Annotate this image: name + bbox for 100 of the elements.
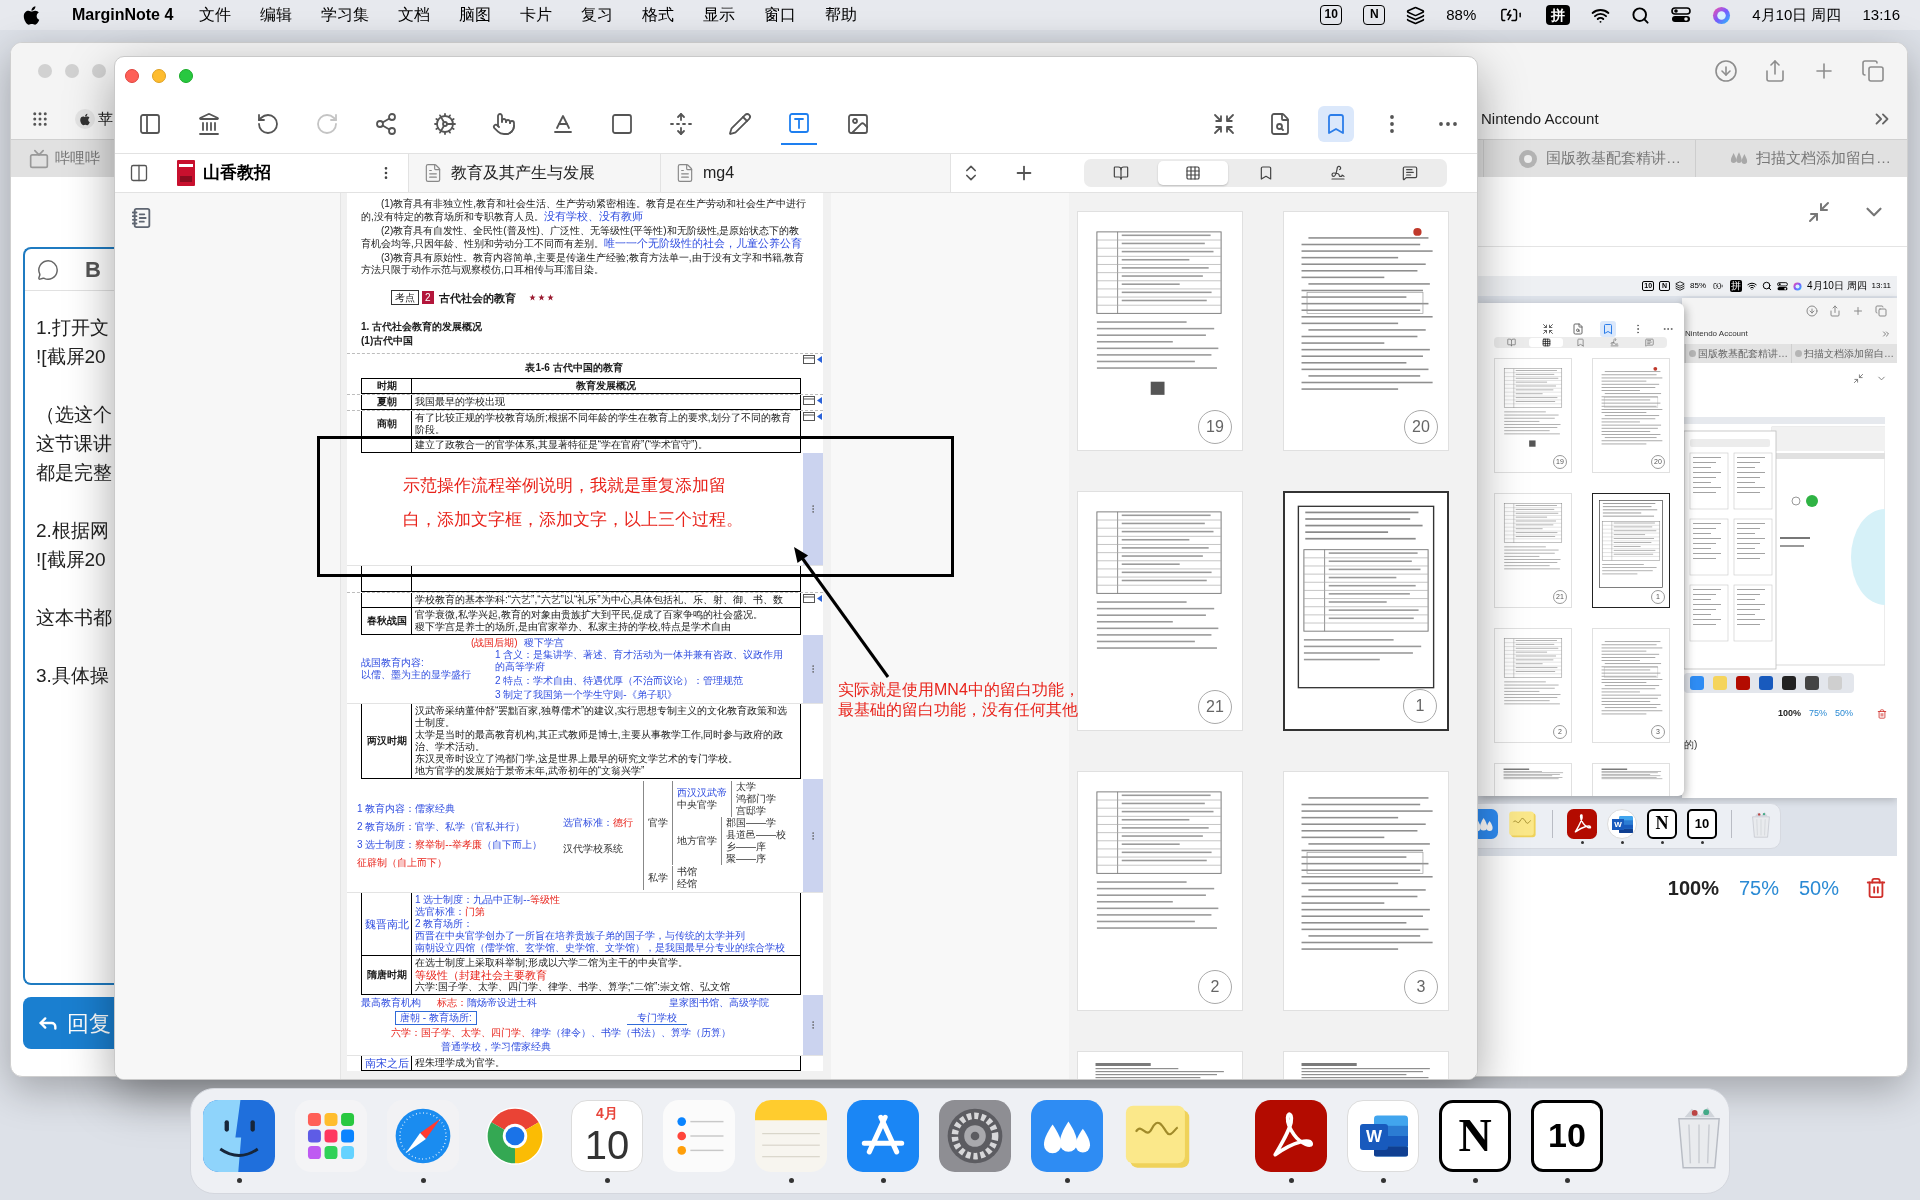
collapse-arrows-icon[interactable] (1212, 112, 1236, 136)
pencil-icon[interactable] (728, 112, 752, 136)
zoom-option-link: 100% (1777, 707, 1801, 720)
apps-grid-icon[interactable] (31, 110, 49, 128)
menu-item[interactable]: 帮助 (825, 3, 858, 27)
page-thumbnail[interactable]: 20 (1283, 211, 1449, 451)
document-tab[interactable]: mg4 (661, 154, 951, 192)
zoom-option-link[interactable]: 50% (1798, 873, 1839, 903)
page-thumbnail[interactable]: 2 (1077, 771, 1243, 1011)
bookmark-button[interactable] (1318, 106, 1354, 142)
open-book-icon[interactable] (1113, 165, 1130, 181)
bank-building-icon[interactable] (197, 112, 221, 136)
menu-extra-badge[interactable]: N (1363, 5, 1386, 25)
close-window-button[interactable] (125, 69, 139, 83)
layers-icon[interactable] (1406, 5, 1426, 25)
document-app-button[interactable]: W (1347, 1099, 1419, 1172)
menu-item[interactable]: 脑图 (459, 3, 492, 27)
menu-item[interactable]: 复习 (581, 3, 614, 27)
margin-handle[interactable] (803, 635, 823, 703)
notebook-icon[interactable] (131, 207, 153, 229)
page-thumbnail[interactable]: 19 (1077, 211, 1243, 451)
download-icon (1806, 305, 1818, 317)
view-mode-tab[interactable] (1158, 161, 1229, 185)
bookmark-link[interactable]: Nintendo Account (1481, 107, 1599, 131)
bookmark-favicon[interactable] (75, 109, 95, 129)
search-icon[interactable] (1631, 5, 1651, 25)
margin-marker-icon[interactable] (803, 594, 823, 603)
menu-item[interactable]: 格式 (642, 3, 675, 27)
checklist-icon[interactable] (663, 1099, 735, 1172)
tab-overview-icon[interactable] (1861, 59, 1885, 83)
bold-button[interactable]: B (85, 253, 101, 286)
menu-item[interactable]: 学习集 (321, 3, 370, 27)
section-heading: (1)古代中国 (361, 335, 415, 347)
panel-toggle-icon[interactable] (129, 163, 149, 183)
speech-bubble-icon[interactable] (37, 258, 59, 281)
menu-bar-clock: 13:16 (1862, 4, 1900, 25)
menu-item[interactable]: 显示 (703, 3, 736, 27)
menu-item[interactable]: 文件 (199, 3, 232, 27)
bookmark-link: Nintendo Account (1685, 328, 1748, 340)
collapse-icon[interactable] (1807, 199, 1831, 224)
signature-icon[interactable] (1329, 165, 1346, 181)
menu-item[interactable]: 卡片 (520, 3, 553, 27)
menu-item[interactable]: 编辑 (260, 3, 293, 27)
margin-handle[interactable] (803, 779, 823, 892)
zoom-option-link[interactable]: 100% (1667, 873, 1719, 903)
page-thumbnail[interactable]: 21 (1077, 491, 1243, 731)
undo-icon[interactable] (256, 112, 280, 136)
menu-item[interactable]: 窗口 (764, 3, 797, 27)
drops-icon[interactable] (1031, 1099, 1103, 1172)
app-grid-icon[interactable] (295, 1099, 367, 1172)
zoom-window-button[interactable] (179, 69, 193, 83)
note-icon[interactable] (1401, 165, 1418, 181)
calendar-app-button[interactable]: 4月 10 (571, 1099, 643, 1172)
download-icon[interactable] (1714, 59, 1738, 83)
bookmark-link[interactable]: 苹 (98, 107, 113, 131)
trash-icon[interactable] (1865, 877, 1887, 899)
document-search-icon[interactable] (1268, 112, 1292, 136)
browser-tab[interactable]: 哔哩哔 (11, 140, 114, 177)
text-box-icon[interactable] (787, 111, 811, 135)
image-icon[interactable] (846, 112, 870, 136)
browser-tab[interactable]: 扫描文档添加留白… (1695, 140, 1907, 177)
new-tab-icon (1852, 305, 1864, 317)
share-icon[interactable] (1763, 59, 1787, 83)
browser-tab: 国版教基配套精讲… (1685, 344, 1791, 363)
margin-marker-icon[interactable] (803, 396, 823, 405)
toggles-icon[interactable] (1671, 7, 1692, 23)
letter-n-app-button[interactable]: N (1439, 1099, 1511, 1172)
mindmap-label: 郡国——学 (726, 817, 776, 829)
apple-menu-icon[interactable] (22, 4, 41, 26)
swirl-icon[interactable] (1255, 1099, 1327, 1172)
square-icon[interactable] (610, 112, 634, 136)
mindmap-label: 汉代学校系统 (563, 842, 624, 855)
browser-tab[interactable]: 国版教基配套精讲… (1483, 140, 1695, 177)
gear-icon[interactable] (433, 112, 457, 136)
number-pages-app-button[interactable]: 10 (1531, 1099, 1603, 1172)
orb-icon[interactable] (1712, 5, 1732, 25)
app-name-menu[interactable]: MarginNote 4 (72, 3, 174, 27)
page-thumbnail[interactable]: 3 (1283, 771, 1449, 1011)
tools-a-icon[interactable] (847, 1099, 919, 1172)
menu-extra-badge[interactable]: 10 (1320, 5, 1343, 25)
page-thumbnail[interactable]: 1 (1283, 491, 1449, 731)
menu-item[interactable]: 文档 (398, 3, 431, 27)
reply-button[interactable]: 回复 (23, 997, 114, 1049)
document-tab[interactable]: 教育及其产生与发展 (409, 154, 661, 192)
margin-handle[interactable] (803, 453, 823, 565)
smiling-face-icon[interactable] (203, 1099, 275, 1172)
sidebar-icon[interactable] (138, 112, 162, 136)
pointing-hand-icon[interactable] (492, 112, 516, 136)
margin-handle[interactable] (803, 995, 823, 1055)
grid-icon[interactable] (1185, 165, 1202, 181)
cell-text: 程朱理学成为官学。 (415, 1057, 506, 1069)
underlined-a-icon[interactable] (551, 112, 575, 136)
margin-marker-icon[interactable] (803, 412, 823, 421)
resize-arrows-icon[interactable] (669, 112, 693, 136)
input-method-badge[interactable]: 拼 (1546, 5, 1571, 25)
zoom-option-link[interactable]: 75% (1738, 873, 1779, 903)
share-nodes-icon[interactable] (374, 112, 398, 136)
settings-icon[interactable] (939, 1099, 1011, 1172)
table-caption: 表1-6 古代中国的教育 (525, 362, 623, 374)
margin-marker-icon[interactable] (803, 355, 823, 364)
